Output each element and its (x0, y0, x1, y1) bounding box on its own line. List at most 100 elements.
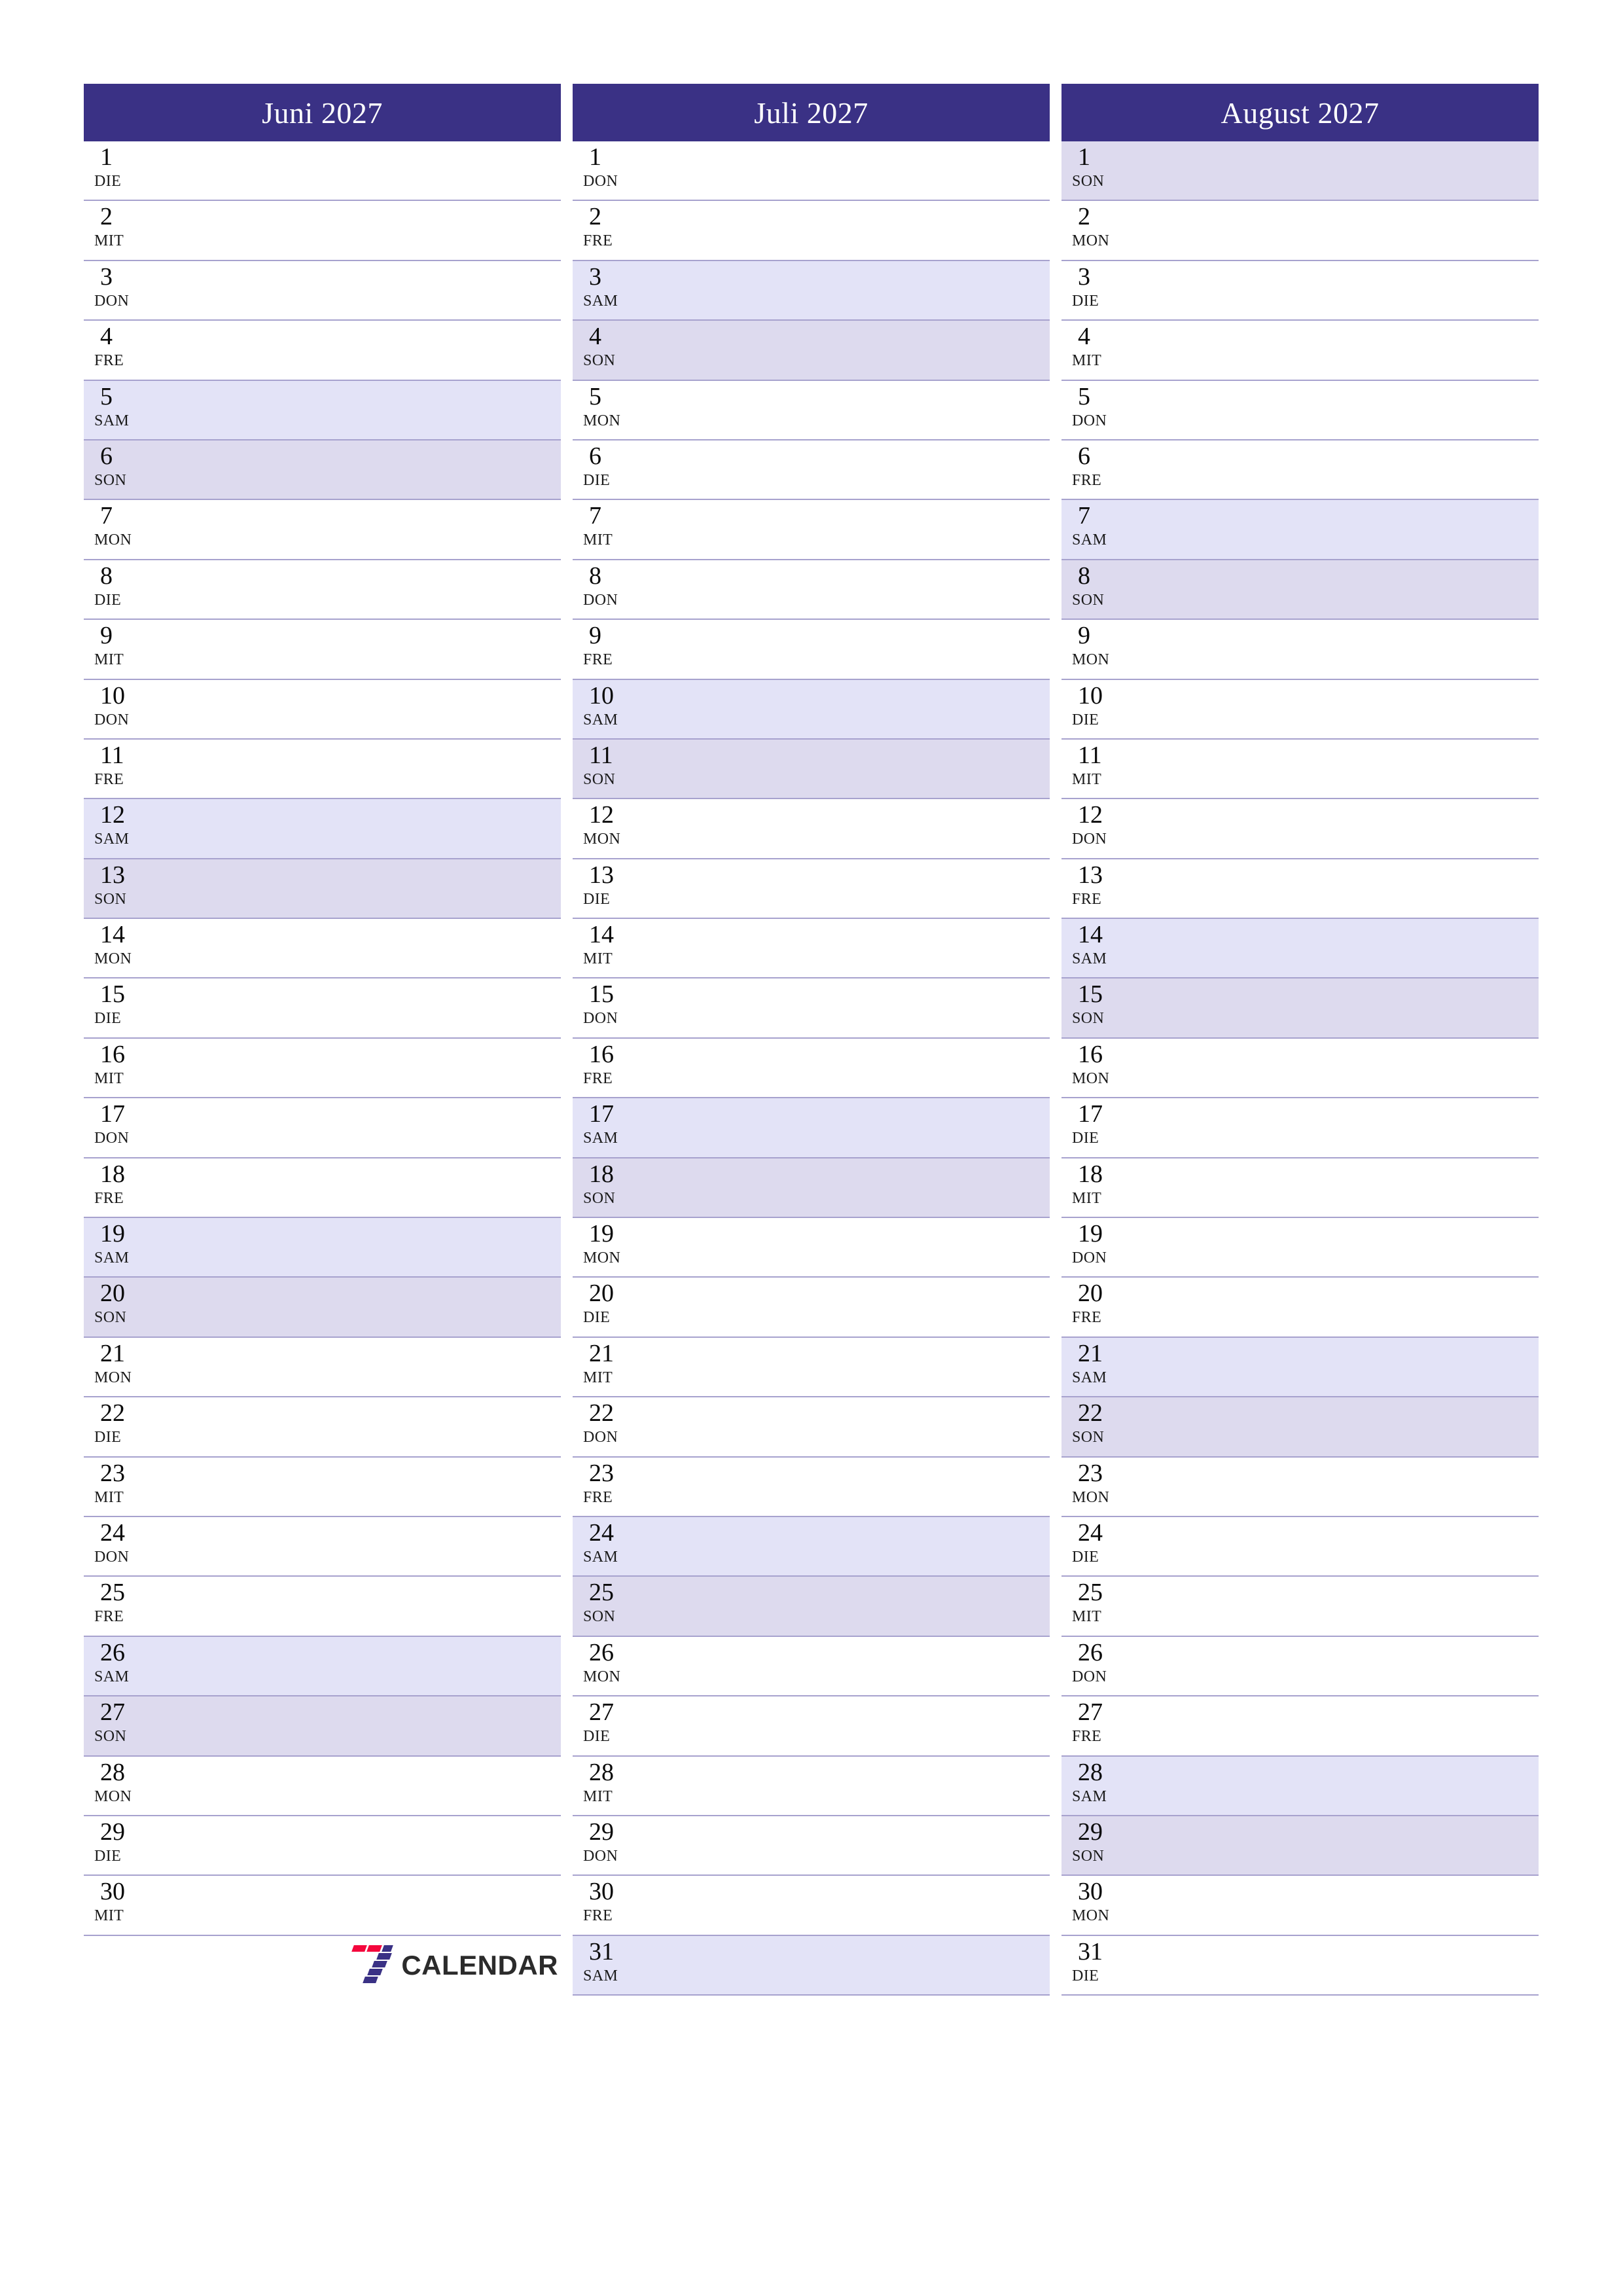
day-row[interactable]: 25 FRE (84, 1577, 561, 1637)
day-row[interactable]: 18 SON (573, 1158, 1050, 1219)
day-row[interactable]: 7 MIT (573, 500, 1050, 560)
day-row[interactable]: 13 DIE (573, 859, 1050, 920)
day-row[interactable]: 2 FRE (573, 201, 1050, 261)
day-row[interactable]: 25 MIT (1061, 1577, 1539, 1637)
day-row[interactable]: 19 MON (573, 1218, 1050, 1278)
day-row[interactable]: 28 MIT (573, 1756, 1050, 1816)
day-row[interactable]: 1 SON (1061, 141, 1539, 202)
day-row[interactable]: 29 SON (1061, 1816, 1539, 1876)
day-row[interactable]: 23 FRE (573, 1457, 1050, 1517)
day-row[interactable]: 27 FRE (1061, 1696, 1539, 1757)
day-row[interactable]: 16 MIT (84, 1038, 561, 1099)
day-row[interactable]: 19 DON (1061, 1218, 1539, 1278)
day-row[interactable]: 9 MON (1061, 620, 1539, 680)
day-row[interactable]: 4 SON (573, 321, 1050, 381)
day-row[interactable]: 29 DON (573, 1816, 1050, 1876)
day-row[interactable]: 3 DIE (1061, 260, 1539, 321)
day-row[interactable]: 22 DIE (84, 1397, 561, 1458)
day-row[interactable]: 7 MON (84, 500, 561, 560)
day-row[interactable]: 17 DIE (1061, 1098, 1539, 1158)
day-row[interactable]: 31 DIE (1061, 1935, 1539, 1996)
day-row[interactable]: 28 SAM (1061, 1756, 1539, 1816)
day-row[interactable]: 27 DIE (573, 1696, 1050, 1757)
day-row[interactable]: 20 DIE (573, 1278, 1050, 1338)
day-row[interactable]: 23 MON (1061, 1457, 1539, 1517)
day-row[interactable]: 13 SON (84, 859, 561, 920)
day-row[interactable]: 14 MON (84, 919, 561, 979)
day-row[interactable]: 12 MON (573, 799, 1050, 859)
day-row[interactable]: 1 DIE (84, 141, 561, 202)
day-row[interactable]: 17 DON (84, 1098, 561, 1158)
day-number: 18 (1078, 1160, 1103, 1188)
day-row[interactable]: 15 DIE (84, 978, 561, 1039)
day-row[interactable]: 12 SAM (84, 799, 561, 859)
day-row[interactable]: 26 DON (1061, 1636, 1539, 1697)
day-row[interactable]: 20 SON (84, 1278, 561, 1338)
day-row[interactable]: 21 MON (84, 1337, 561, 1398)
day-row[interactable]: 2 MIT (84, 201, 561, 261)
day-row[interactable]: 5 MON (573, 380, 1050, 440)
day-row[interactable]: 11 FRE (84, 739, 561, 800)
day-row[interactable]: 30 MON (1061, 1876, 1539, 1936)
day-row[interactable]: 24 DON (84, 1516, 561, 1577)
day-row[interactable]: 14 SAM (1061, 919, 1539, 979)
day-row[interactable]: 8 DIE (84, 560, 561, 620)
day-row[interactable]: 24 SAM (573, 1516, 1050, 1577)
day-weekday: MIT (94, 651, 124, 669)
day-row[interactable]: 14 MIT (573, 919, 1050, 979)
day-row[interactable]: 16 MON (1061, 1038, 1539, 1099)
day-row[interactable]: 1 DON (573, 141, 1050, 202)
day-row[interactable]: 5 SAM (84, 380, 561, 440)
day-number: 7 (1078, 502, 1090, 530)
day-row[interactable]: 10 DIE (1061, 679, 1539, 740)
day-row[interactable]: 11 MIT (1061, 739, 1539, 800)
day-row[interactable]: 8 DON (573, 560, 1050, 620)
day-row[interactable]: 27 SON (84, 1696, 561, 1757)
day-row[interactable]: 21 SAM (1061, 1337, 1539, 1398)
day-row[interactable]: 18 FRE (84, 1158, 561, 1219)
day-row[interactable]: 8 SON (1061, 560, 1539, 620)
day-row[interactable]: 6 DIE (573, 440, 1050, 501)
day-row[interactable]: 16 FRE (573, 1038, 1050, 1099)
day-row[interactable]: 9 FRE (573, 620, 1050, 680)
day-row[interactable]: 3 DON (84, 260, 561, 321)
day-row[interactable]: 22 DON (573, 1397, 1050, 1458)
day-row[interactable]: 30 FRE (573, 1876, 1050, 1936)
day-row[interactable]: 17 SAM (573, 1098, 1050, 1158)
day-row[interactable]: 22 SON (1061, 1397, 1539, 1458)
day-row[interactable]: 13 FRE (1061, 859, 1539, 920)
day-row[interactable]: 11 SON (573, 739, 1050, 800)
day-row[interactable]: 26 MON (573, 1636, 1050, 1697)
day-row[interactable]: 5 DON (1061, 380, 1539, 440)
day-row[interactable]: 6 FRE (1061, 440, 1539, 501)
day-row[interactable]: 20 FRE (1061, 1278, 1539, 1338)
day-weekday: MIT (94, 1488, 124, 1506)
day-row[interactable]: 23 MIT (84, 1457, 561, 1517)
day-row[interactable]: 18 MIT (1061, 1158, 1539, 1219)
day-row[interactable]: 10 SAM (573, 679, 1050, 740)
day-row[interactable]: 29 DIE (84, 1816, 561, 1876)
day-number: 20 (1078, 1280, 1103, 1308)
day-row[interactable]: 31 SAM (573, 1935, 1050, 1996)
day-number: 5 (100, 382, 113, 410)
day-row[interactable]: 7 SAM (1061, 500, 1539, 560)
day-row[interactable]: 15 DON (573, 978, 1050, 1039)
day-row[interactable]: 26 SAM (84, 1636, 561, 1697)
day-row[interactable]: 21 MIT (573, 1337, 1050, 1398)
day-row[interactable]: 9 MIT (84, 620, 561, 680)
day-row[interactable]: 30 MIT (84, 1876, 561, 1936)
day-row[interactable]: 25 SON (573, 1577, 1050, 1637)
day-row[interactable]: 12 DON (1061, 799, 1539, 859)
day-weekday: SAM (583, 1967, 618, 1984)
day-row[interactable]: 28 MON (84, 1756, 561, 1816)
day-row[interactable]: 10 DON (84, 679, 561, 740)
day-row[interactable]: 3 SAM (573, 260, 1050, 321)
day-row[interactable]: 4 FRE (84, 321, 561, 381)
day-row[interactable]: 15 SON (1061, 978, 1539, 1039)
day-row[interactable]: 6 SON (84, 440, 561, 501)
day-number: 18 (100, 1160, 125, 1188)
day-row[interactable]: 24 DIE (1061, 1516, 1539, 1577)
day-row[interactable]: 4 MIT (1061, 321, 1539, 381)
day-row[interactable]: 19 SAM (84, 1218, 561, 1278)
day-row[interactable]: 2 MON (1061, 201, 1539, 261)
